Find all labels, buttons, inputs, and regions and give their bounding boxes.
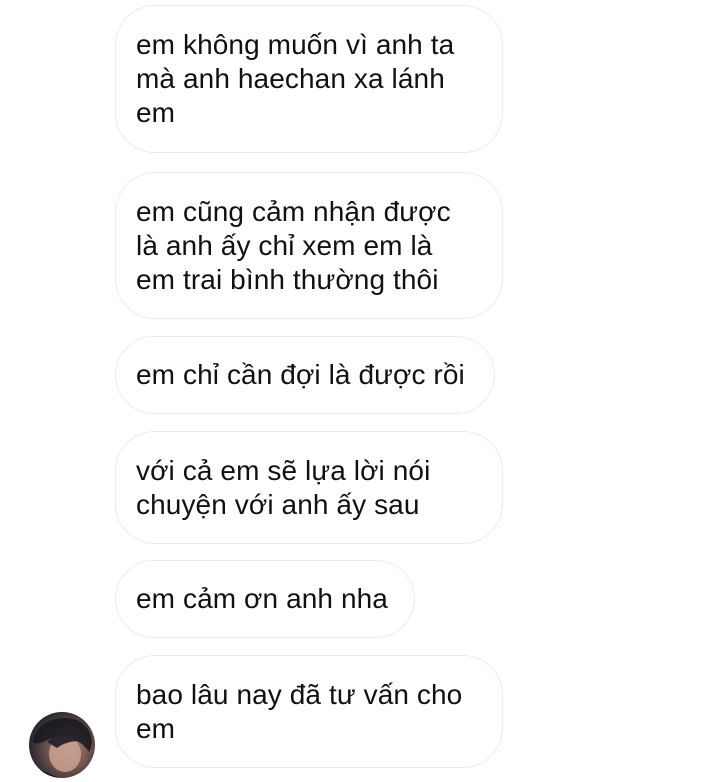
message-text: bao lâu nay đã tư vấn cho em: [136, 678, 463, 744]
message-bubble[interactable]: bao lâu nay đã tư vấn cho em: [115, 655, 503, 768]
message-bubble[interactable]: với cả em sẽ lựa lời nói chuyện với anh …: [115, 431, 503, 544]
message-bubble[interactable]: em cũng cảm nhận được là anh ấy chỉ xem …: [115, 172, 503, 319]
message-bubble[interactable]: em không muốn vì anh ta mà anh haechan x…: [115, 5, 503, 153]
user-avatar-icon: [29, 718, 95, 778]
message-text: em chỉ cần đợi là được rồi: [136, 359, 465, 390]
message-text: em cũng cảm nhận được là anh ấy chỉ xem …: [136, 195, 451, 295]
sender-avatar[interactable]: [29, 712, 95, 778]
message-text: em không muốn vì anh ta mà anh haechan x…: [136, 29, 455, 128]
message-text: với cả em sẽ lựa lời nói chuyện với anh …: [136, 454, 431, 520]
message-bubble[interactable]: em cảm ơn anh nha: [115, 560, 415, 638]
message-text: em cảm ơn anh nha: [136, 583, 388, 614]
message-thread: em không muốn vì anh ta mà anh haechan x…: [0, 0, 719, 782]
message-bubble[interactable]: em chỉ cần đợi là được rồi: [115, 336, 495, 414]
